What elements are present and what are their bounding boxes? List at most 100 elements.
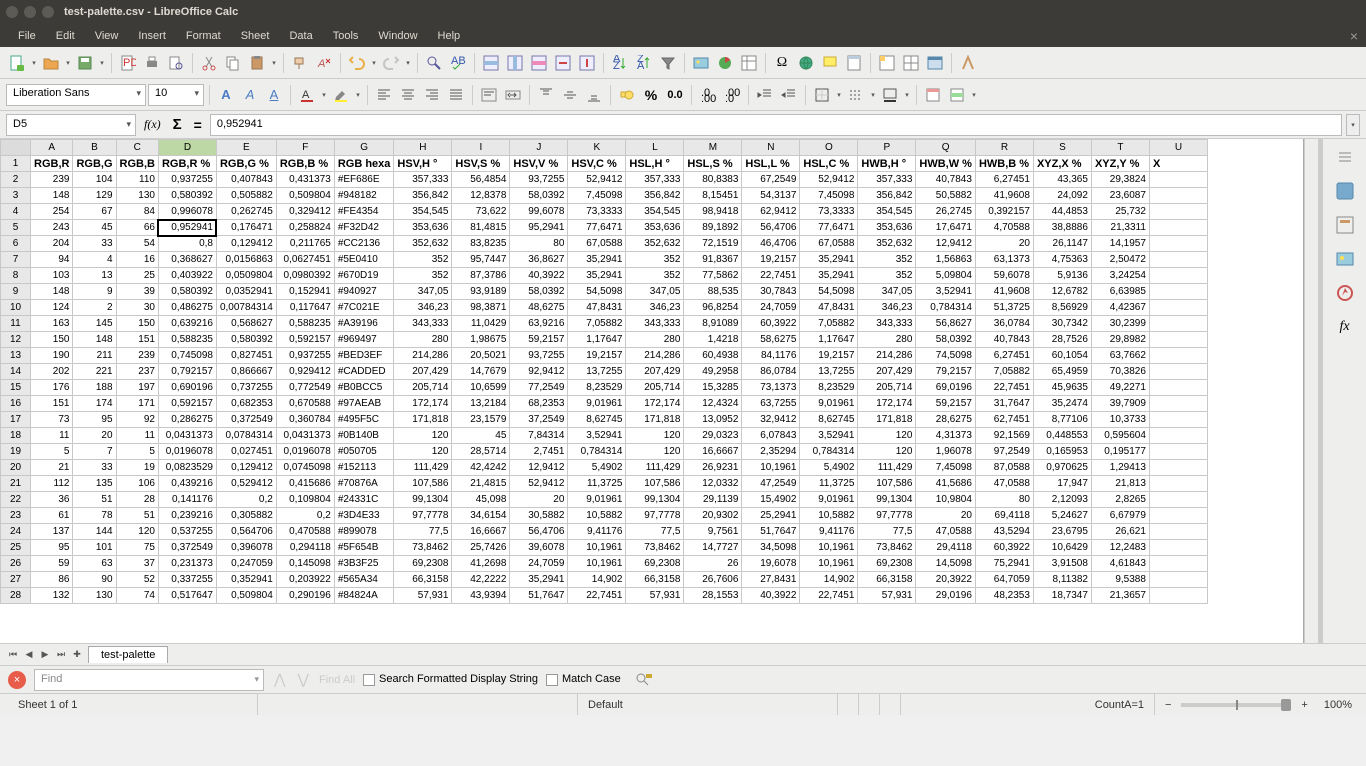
grid-cell[interactable]: 52 <box>116 572 158 588</box>
delete-column-icon[interactable] <box>576 52 598 74</box>
conditional-format-icon[interactable] <box>946 84 968 106</box>
grid-cell[interactable]: 130 <box>116 188 158 204</box>
grid-cell[interactable] <box>1149 380 1207 396</box>
grid-cell[interactable]: 47,0588 <box>975 476 1033 492</box>
grid-cell[interactable]: 45,098 <box>452 492 510 508</box>
print-icon[interactable] <box>141 52 163 74</box>
grid-cell[interactable]: RGB,R <box>31 156 73 172</box>
grid-cell[interactable]: 33 <box>73 236 116 252</box>
grid-cell[interactable]: 69,2308 <box>394 556 452 572</box>
grid-cell[interactable]: 40,7843 <box>975 332 1033 348</box>
grid-cell[interactable]: HSV,C % <box>568 156 626 172</box>
sort-asc-icon[interactable]: AZ <box>609 52 631 74</box>
grid-cell[interactable]: 190 <box>31 348 73 364</box>
row-header[interactable]: 27 <box>1 572 31 588</box>
grid-cell[interactable]: 0,294118 <box>276 540 334 556</box>
grid-cell[interactable]: 8,56929 <box>1033 300 1091 316</box>
column-header[interactable]: P <box>858 140 916 156</box>
align-top-icon[interactable] <box>535 84 557 106</box>
grid-cell[interactable]: 29,0323 <box>684 428 742 444</box>
grid-cell[interactable]: 343,333 <box>626 316 684 332</box>
grid-cell[interactable]: 59,2157 <box>916 396 976 412</box>
grid-cell[interactable]: 10,9804 <box>916 492 976 508</box>
grid-cell[interactable]: 0,564706 <box>216 524 276 540</box>
grid-cell[interactable]: #EF686E <box>334 172 394 188</box>
grid-cell[interactable]: 8,23529 <box>568 380 626 396</box>
grid-cell[interactable]: 3,52941 <box>916 284 976 300</box>
grid-cell[interactable]: 2,35294 <box>742 444 800 460</box>
grid-cell[interactable]: 19,2157 <box>568 348 626 364</box>
grid-cell[interactable]: 0,368627 <box>158 252 216 268</box>
insert-chart-icon[interactable] <box>714 52 736 74</box>
grid-cell[interactable]: 47,2549 <box>742 476 800 492</box>
grid-cell[interactable]: 151 <box>31 396 73 412</box>
grid-cell[interactable]: 72,1519 <box>684 236 742 252</box>
grid-cell[interactable]: 120 <box>858 428 916 444</box>
row-header[interactable]: 3 <box>1 188 31 204</box>
grid-cell[interactable]: 151 <box>116 332 158 348</box>
grid-cell[interactable]: 80 <box>975 492 1033 508</box>
draw-functions-icon[interactable] <box>957 52 979 74</box>
column-header[interactable]: I <box>452 140 510 156</box>
grid-cell[interactable]: 144 <box>73 524 116 540</box>
open-dropdown-icon[interactable]: ▾ <box>64 59 72 67</box>
grid-cell[interactable]: 60,3922 <box>742 316 800 332</box>
grid-cell[interactable]: 1,17647 <box>800 332 858 348</box>
grid-cell[interactable]: 0,176471 <box>216 220 276 236</box>
grid-cell[interactable]: 356,842 <box>626 188 684 204</box>
grid-cell[interactable]: 346,23 <box>394 300 452 316</box>
grid-cell[interactable]: 4,61843 <box>1091 556 1149 572</box>
grid-cell[interactable]: 67,0588 <box>568 236 626 252</box>
grid-cell[interactable]: 24,7059 <box>510 556 568 572</box>
grid-cell[interactable]: 28,5714 <box>452 444 510 460</box>
next-sheet-icon[interactable]: ▶ <box>38 648 52 662</box>
formula-input[interactable]: 0,952941 <box>210 114 1342 136</box>
grid-cell[interactable]: 13,7255 <box>568 364 626 380</box>
grid-cell[interactable]: 29,1139 <box>684 492 742 508</box>
grid-cell[interactable]: 43,9394 <box>452 588 510 604</box>
grid-cell[interactable]: #A39196 <box>334 316 394 332</box>
grid-cell[interactable]: 10,1961 <box>568 540 626 556</box>
window-maximize-icon[interactable] <box>42 6 54 18</box>
grid-cell[interactable]: 15,4902 <box>742 492 800 508</box>
grid-cell[interactable]: 353,636 <box>394 220 452 236</box>
grid-cell[interactable]: 202 <box>31 364 73 380</box>
grid-cell[interactable]: 214,286 <box>858 348 916 364</box>
row-header[interactable]: 18 <box>1 428 31 444</box>
spellcheck-icon[interactable]: ABC <box>447 52 469 74</box>
grid-cell[interactable]: 58,0392 <box>510 284 568 300</box>
grid-cell[interactable]: 6,27451 <box>975 348 1033 364</box>
grid-cell[interactable]: 7,05882 <box>800 316 858 332</box>
grid-cell[interactable]: 0,286275 <box>158 412 216 428</box>
grid-cell[interactable] <box>1149 476 1207 492</box>
grid-cell[interactable]: 0,407843 <box>216 172 276 188</box>
grid-cell[interactable]: 58,0392 <box>510 188 568 204</box>
sheet-tab[interactable]: test-palette <box>88 646 168 663</box>
formula-expand-icon[interactable]: ▾ <box>1346 114 1360 136</box>
grid-cell[interactable]: 352 <box>394 252 452 268</box>
grid-cell[interactable]: #565A34 <box>334 572 394 588</box>
row-header[interactable]: 2 <box>1 172 31 188</box>
grid-cell[interactable]: 30,5882 <box>510 508 568 524</box>
column-header[interactable]: J <box>510 140 568 156</box>
spreadsheet-grid[interactable]: ABCDEFGHIJKLMNOPQRSTU1RGB,RRGB,GRGB,BRGB… <box>0 139 1304 643</box>
match-case-checkbox[interactable]: Match Case <box>546 673 621 685</box>
row-header[interactable]: 26 <box>1 556 31 572</box>
grid-cell[interactable]: HSL,L % <box>742 156 800 172</box>
grid-cell[interactable]: 10,1961 <box>800 540 858 556</box>
row-header[interactable]: 5 <box>1 220 31 236</box>
menu-file[interactable]: File <box>8 28 46 44</box>
font-name-combo[interactable]: Liberation Sans <box>6 84 146 106</box>
grid-cell[interactable]: 239 <box>31 172 73 188</box>
grid-cell[interactable]: 0,592157 <box>158 396 216 412</box>
grid-cell[interactable]: 1,98675 <box>452 332 510 348</box>
grid-cell[interactable]: 280 <box>858 332 916 348</box>
grid-cell[interactable]: 14,7727 <box>684 540 742 556</box>
grid-cell[interactable]: 1,4218 <box>684 332 742 348</box>
grid-cell[interactable]: 0,360784 <box>276 412 334 428</box>
grid-cell[interactable]: 0,0431373 <box>158 428 216 444</box>
grid-cell[interactable]: 0,372549 <box>216 412 276 428</box>
grid-cell[interactable]: RGB,G <box>73 156 116 172</box>
grid-cell[interactable]: 101 <box>73 540 116 556</box>
sum-icon[interactable]: Σ <box>169 116 186 133</box>
